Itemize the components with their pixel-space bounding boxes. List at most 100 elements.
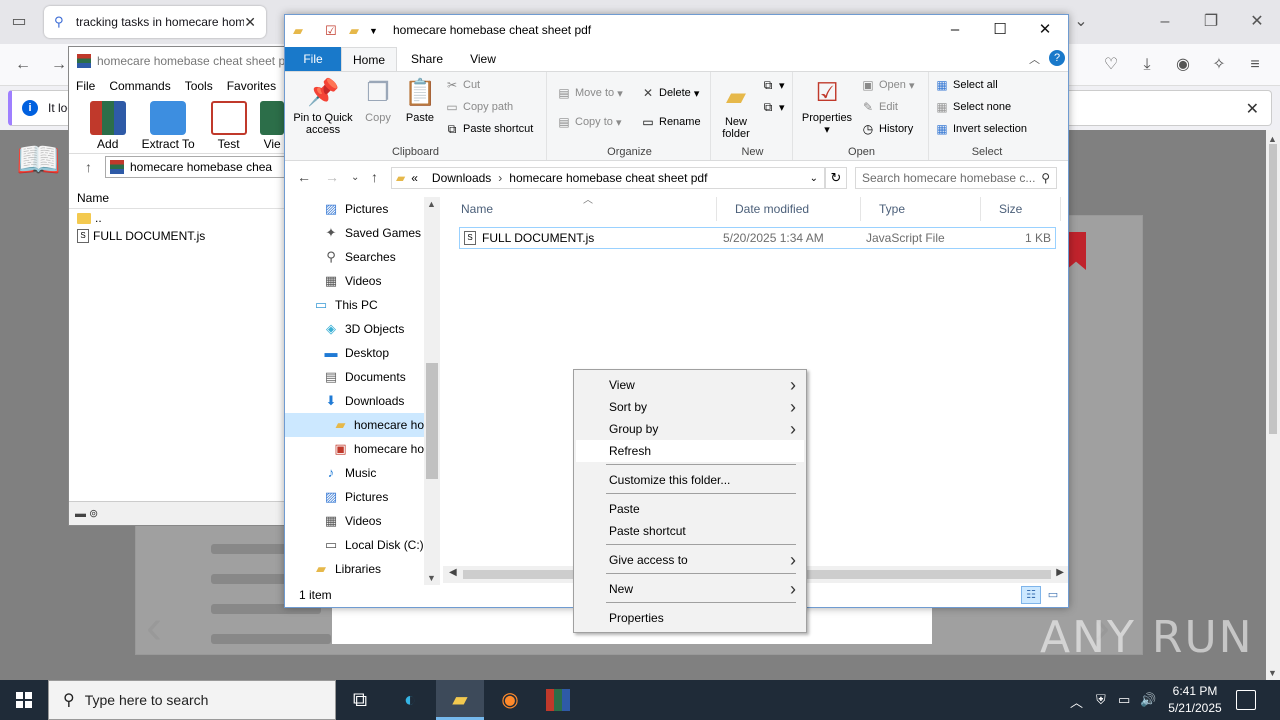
taskbar-search-input[interactable]: ⚲ Type here to search: [48, 680, 336, 720]
chevron-down-icon[interactable]: ⌄: [810, 173, 818, 184]
context-menu-item[interactable]: View ›: [576, 374, 804, 396]
close-button[interactable]: ✕: [1022, 15, 1068, 45]
nav-item[interactable]: ⚲ Searches: [285, 245, 424, 269]
menu-tools[interactable]: Tools: [178, 79, 220, 93]
close-notification-icon[interactable]: ✕: [1246, 99, 1259, 119]
context-menu-item[interactable]: Paste shortcut: [576, 520, 804, 542]
nav-item[interactable]: ▨ Pictures: [285, 485, 424, 509]
new-folder-button[interactable]: ▰ New folder: [717, 80, 755, 140]
winrar-path-field[interactable]: homecare homebase chea: [105, 155, 287, 178]
column-size[interactable]: Size: [981, 197, 1061, 221]
back-arrow-icon[interactable]: ←: [297, 169, 311, 185]
edge-browser-icon[interactable]: ◐: [386, 680, 434, 720]
context-menu-item[interactable]: Paste: [576, 498, 804, 520]
scrollbar-thumb[interactable]: [426, 363, 438, 479]
notification-center-icon[interactable]: [1236, 690, 1256, 710]
prev-page-icon[interactable]: ‹: [146, 600, 162, 655]
winrar-column-name[interactable]: Name: [69, 187, 287, 209]
clock[interactable]: 6:41 PM 5/21/2025: [1160, 683, 1230, 717]
context-menu-item[interactable]: New ›: [576, 578, 804, 600]
paste-shortcut-button[interactable]: ⧉ Paste shortcut: [445, 122, 534, 136]
show-hidden-icons-icon[interactable]: ︿: [1070, 692, 1083, 711]
select-none-button[interactable]: ▦ Select none: [935, 100, 1011, 114]
forward-arrow-icon[interactable]: →: [325, 169, 339, 185]
open-button[interactable]: ▣ Open ▾: [861, 78, 914, 92]
winrar-taskbar-icon[interactable]: [534, 680, 582, 720]
context-menu-item[interactable]: Give access to ›: [576, 549, 804, 571]
minimize-icon[interactable]: –: [1154, 11, 1176, 33]
scroll-up-icon[interactable]: ▲: [427, 199, 436, 209]
copy-path-button[interactable]: ▭ Copy path: [445, 100, 513, 114]
close-icon[interactable]: ✕: [1246, 11, 1268, 33]
table-row[interactable]: S FULL DOCUMENT.js 5/20/2025 1:34 AM Jav…: [459, 227, 1056, 249]
scroll-up-icon[interactable]: ▲: [1268, 134, 1277, 144]
menu-favorites[interactable]: Favorites: [220, 79, 283, 93]
nav-item[interactable]: ▤ Documents: [285, 365, 424, 389]
refresh-icon[interactable]: ↻: [825, 167, 847, 189]
view-button[interactable]: Vie: [257, 97, 287, 153]
scroll-down-icon[interactable]: ▼: [1268, 668, 1277, 678]
new-item-button[interactable]: ⧉ ▾: [761, 78, 785, 92]
menu-commands[interactable]: Commands: [102, 79, 177, 93]
tab-share[interactable]: Share: [401, 47, 453, 71]
back-icon[interactable]: ←: [12, 54, 34, 76]
list-item[interactable]: ..: [69, 209, 287, 227]
pin-to-quick-access-button[interactable]: 📌 Pin to Quick access: [289, 76, 357, 136]
volume-icon[interactable]: 🔊: [1140, 692, 1156, 708]
account-icon[interactable]: ◉: [1172, 54, 1194, 76]
cut-button[interactable]: ✂ Cut: [445, 78, 480, 92]
nav-item[interactable]: ✦ Saved Games: [285, 221, 424, 245]
add-button[interactable]: Add: [79, 97, 136, 153]
easy-access-button[interactable]: ⧉ ▾: [761, 100, 785, 114]
forward-icon[interactable]: →: [48, 54, 70, 76]
security-icon[interactable]: ⛨: [1096, 692, 1106, 708]
details-view-icon[interactable]: ☷: [1021, 586, 1041, 604]
recent-locations-icon[interactable]: ⌄: [351, 172, 359, 183]
scroll-down-icon[interactable]: ▼: [427, 573, 436, 583]
page-scrollbar[interactable]: ▲ ▼: [1266, 130, 1280, 680]
breadcrumb-downloads[interactable]: Downloads: [432, 171, 491, 185]
nav-item[interactable]: ▭ Local Disk (C:): [285, 533, 424, 557]
close-tab-icon[interactable]: ✕: [244, 14, 256, 31]
restore-icon[interactable]: ❐: [1200, 11, 1222, 33]
column-name[interactable]: Name: [443, 197, 717, 221]
tab-file[interactable]: File: [285, 47, 341, 71]
browser-tab-0[interactable]: ⚲ tracking tasks in homecare hom ✕: [44, 6, 266, 38]
task-view-icon[interactable]: ⧉: [336, 680, 384, 720]
overflow-chevron[interactable]: «: [411, 171, 418, 185]
up-arrow-icon[interactable]: ↑: [85, 159, 105, 175]
large-icons-view-icon[interactable]: ▭: [1043, 586, 1063, 604]
navigation-scrollbar[interactable]: ▲ ▼: [424, 197, 440, 585]
properties-quick-icon[interactable]: ☑: [325, 23, 337, 39]
chevron-down-icon[interactable]: ▼: [369, 26, 378, 36]
nav-item[interactable]: ♪ Music: [285, 461, 424, 485]
extract-to-button[interactable]: Extract To: [136, 97, 199, 153]
search-input[interactable]: Search homecare homebase c... ⚲: [855, 167, 1057, 189]
properties-button[interactable]: ☑ Properties ▾: [799, 76, 855, 136]
tab-list-icon[interactable]: ▭: [8, 11, 30, 33]
nav-item[interactable]: ◈ 3D Objects: [285, 317, 424, 341]
address-path-field[interactable]: ▰ « Downloads › homecare homebase cheat …: [391, 167, 825, 189]
nav-item[interactable]: ▰ homecare ho: [285, 413, 424, 437]
delete-button[interactable]: ✕ Delete ▾: [641, 86, 699, 100]
pocket-icon[interactable]: ♡: [1100, 54, 1122, 76]
extensions-icon[interactable]: ✧: [1208, 54, 1230, 76]
edit-button[interactable]: ✎ Edit: [861, 100, 898, 114]
tab-view[interactable]: View: [457, 47, 509, 71]
collapse-ribbon-icon[interactable]: ︿: [1029, 51, 1040, 67]
scroll-left-icon[interactable]: ◀: [449, 567, 457, 578]
file-explorer-icon[interactable]: ▰: [436, 680, 484, 720]
scrollbar-thumb[interactable]: [1269, 144, 1277, 434]
paste-button[interactable]: 📋 Paste: [401, 76, 439, 124]
context-menu-item[interactable]: Sort by ›: [576, 396, 804, 418]
new-folder-quick-icon[interactable]: ▰: [349, 23, 359, 39]
breadcrumb-current-folder[interactable]: homecare homebase cheat sheet pdf: [509, 171, 707, 185]
nav-item[interactable]: ▬ Desktop: [285, 341, 424, 365]
invert-selection-button[interactable]: ▦ Invert selection: [935, 122, 1027, 136]
download-icon[interactable]: ⤓: [1136, 54, 1158, 76]
nav-item[interactable]: ▨ Pictures: [285, 197, 424, 221]
select-all-button[interactable]: ▦ Select all: [935, 78, 997, 92]
maximize-button[interactable]: ☐: [977, 15, 1023, 45]
firefox-icon[interactable]: ◉: [486, 680, 534, 720]
nav-item[interactable]: ▦ Videos: [285, 269, 424, 293]
